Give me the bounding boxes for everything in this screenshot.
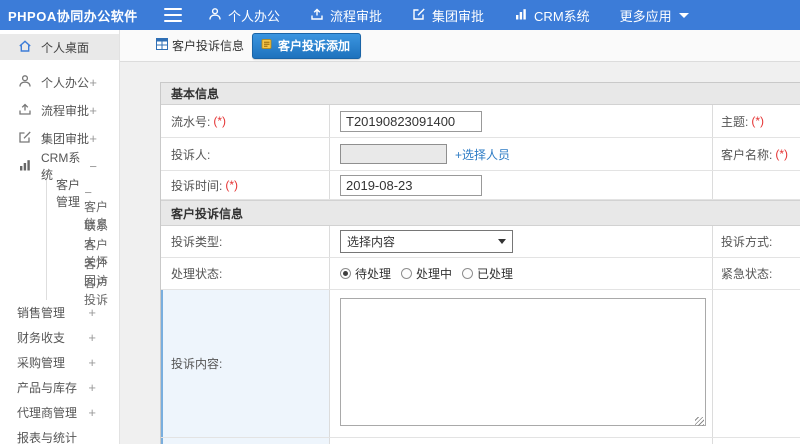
top-navigation-bar: PHPOA协同办公软件 个人办公 流程审批 集团审批 CRM系统 更多应用 (0, 0, 800, 30)
main-content: 基本信息 流水号: (*) 主题: (*) 投诉人: +选择人员 (120, 62, 800, 444)
sidebar-item-customer-complaint[interactable]: 客户投诉 (47, 276, 119, 307)
section-header-complaint-info: 客户投诉信息 (161, 200, 800, 226)
radio-pending[interactable] (340, 268, 351, 279)
radio-processed[interactable] (462, 268, 474, 279)
bar-chart-icon (514, 7, 534, 24)
approve-flow-icon (18, 102, 41, 119)
topnav-crm-system[interactable]: CRM系统 (514, 6, 590, 25)
row-handle-status: 处理状态: 待处理 处理中 已处理 紧急状态: (161, 258, 800, 290)
subject-label: 主题: (721, 114, 749, 129)
complaint-time-input[interactable] (340, 174, 482, 196)
complainant-input[interactable] (340, 144, 447, 164)
app-logo: PHPOA协同办公软件 (8, 8, 138, 24)
serial-label: 流水号: (171, 114, 211, 129)
form-add-icon (261, 38, 278, 53)
row-complaint-time: 投诉时间: (*) (161, 171, 800, 200)
complaint-content-label: 投诉内容: (171, 357, 223, 371)
required-mark: (*) (225, 178, 239, 192)
edit-square-icon (412, 7, 432, 24)
radio-processing[interactable] (401, 268, 413, 279)
sidebar-item-personal-office[interactable]: 个人办公 + (0, 68, 119, 96)
expand-icon: + (88, 355, 96, 370)
required-mark: (*) (751, 114, 765, 128)
expand-icon: + (89, 130, 97, 146)
complaint-content-textarea[interactable] (340, 298, 706, 426)
expand-icon: + (88, 405, 96, 420)
sidebar-item-finance[interactable]: 财务收支 + (0, 325, 119, 350)
bar-chart-icon (18, 158, 41, 175)
sidebar-item-product-inventory[interactable]: 产品与库存 + (0, 375, 119, 400)
complaint-type-label: 投诉类型: (171, 235, 223, 249)
sidebar-item-group-approval[interactable]: 集团审批 + (0, 124, 119, 152)
required-mark: (*) (775, 147, 789, 161)
sidebar-item-purchase-management[interactable]: 采购管理 + (0, 350, 119, 375)
row-complaint-content: 投诉内容: (161, 290, 800, 438)
expand-icon: + (89, 102, 97, 118)
collapse-icon: − (89, 158, 97, 174)
select-person-link[interactable]: +选择人员 (455, 146, 510, 163)
topnav-more-apps[interactable]: 更多应用 (620, 6, 689, 25)
sidebar-item-agent-management[interactable]: 代理商管理 + (0, 400, 119, 425)
complaint-add-form: 基本信息 流水号: (*) 主题: (*) 投诉人: +选择人员 (160, 82, 800, 444)
required-mark: (*) (213, 114, 227, 128)
table-icon (156, 38, 172, 53)
home-icon (18, 39, 41, 56)
sidebar-item-personal-desktop[interactable]: 个人桌面 (0, 34, 119, 60)
row-next-partial (161, 438, 800, 444)
approve-flow-icon (310, 7, 330, 24)
serial-input[interactable] (340, 110, 482, 132)
complainant-label: 投诉人: (171, 147, 211, 162)
complaint-method-label: 投诉方式: (721, 235, 773, 249)
customer-name-label: 客户名称: (721, 147, 773, 162)
urgent-status-label: 紧急状态: (721, 267, 773, 281)
edit-square-icon (18, 130, 41, 147)
sidebar-item-reports-statistics[interactable]: 报表与统计 (0, 425, 119, 444)
sidebar: 个人桌面 个人办公 + 流程审批 + 集团审批 + CRM系统 − 客户管理 −… (0, 30, 120, 444)
expand-icon: + (88, 380, 96, 395)
tab-complaint-add[interactable]: 客户投诉添加 (252, 32, 362, 59)
crm-submenu: 客户管理 − 客户信息 联系人 客户关怀 客户回访 客户投诉 (46, 178, 119, 307)
section-header-basic-info: 基本信息 (161, 83, 800, 105)
complaint-time-label: 投诉时间: (171, 178, 223, 193)
handle-status-label: 处理状态: (171, 267, 223, 281)
topnav-group-approval[interactable]: 集团审批 (412, 6, 484, 25)
sidebar-item-workflow-approval[interactable]: 流程审批 + (0, 96, 119, 124)
expand-icon: + (89, 74, 97, 90)
tab-bar: 客户投诉信息 客户投诉添加 (120, 30, 800, 62)
select-caret-icon (498, 239, 506, 244)
row-complaint-type: 投诉类型: 选择内容 投诉方式: (161, 226, 800, 258)
caret-down-icon (678, 12, 689, 18)
user-icon (208, 7, 228, 24)
expand-icon: + (88, 330, 96, 345)
expand-icon: + (88, 305, 96, 320)
tab-complaint-list[interactable]: 客户投诉信息 (156, 37, 244, 54)
row-complainant: 投诉人: +选择人员 客户名称: (*) (161, 138, 800, 171)
menu-toggle-icon[interactable] (164, 8, 182, 22)
row-serial-number: 流水号: (*) 主题: (*) (161, 105, 800, 138)
user-icon (18, 74, 41, 91)
topnav-workflow-approval[interactable]: 流程审批 (310, 6, 382, 25)
topnav-personal-office[interactable]: 个人办公 (208, 6, 280, 25)
complaint-type-select[interactable]: 选择内容 (340, 230, 513, 253)
